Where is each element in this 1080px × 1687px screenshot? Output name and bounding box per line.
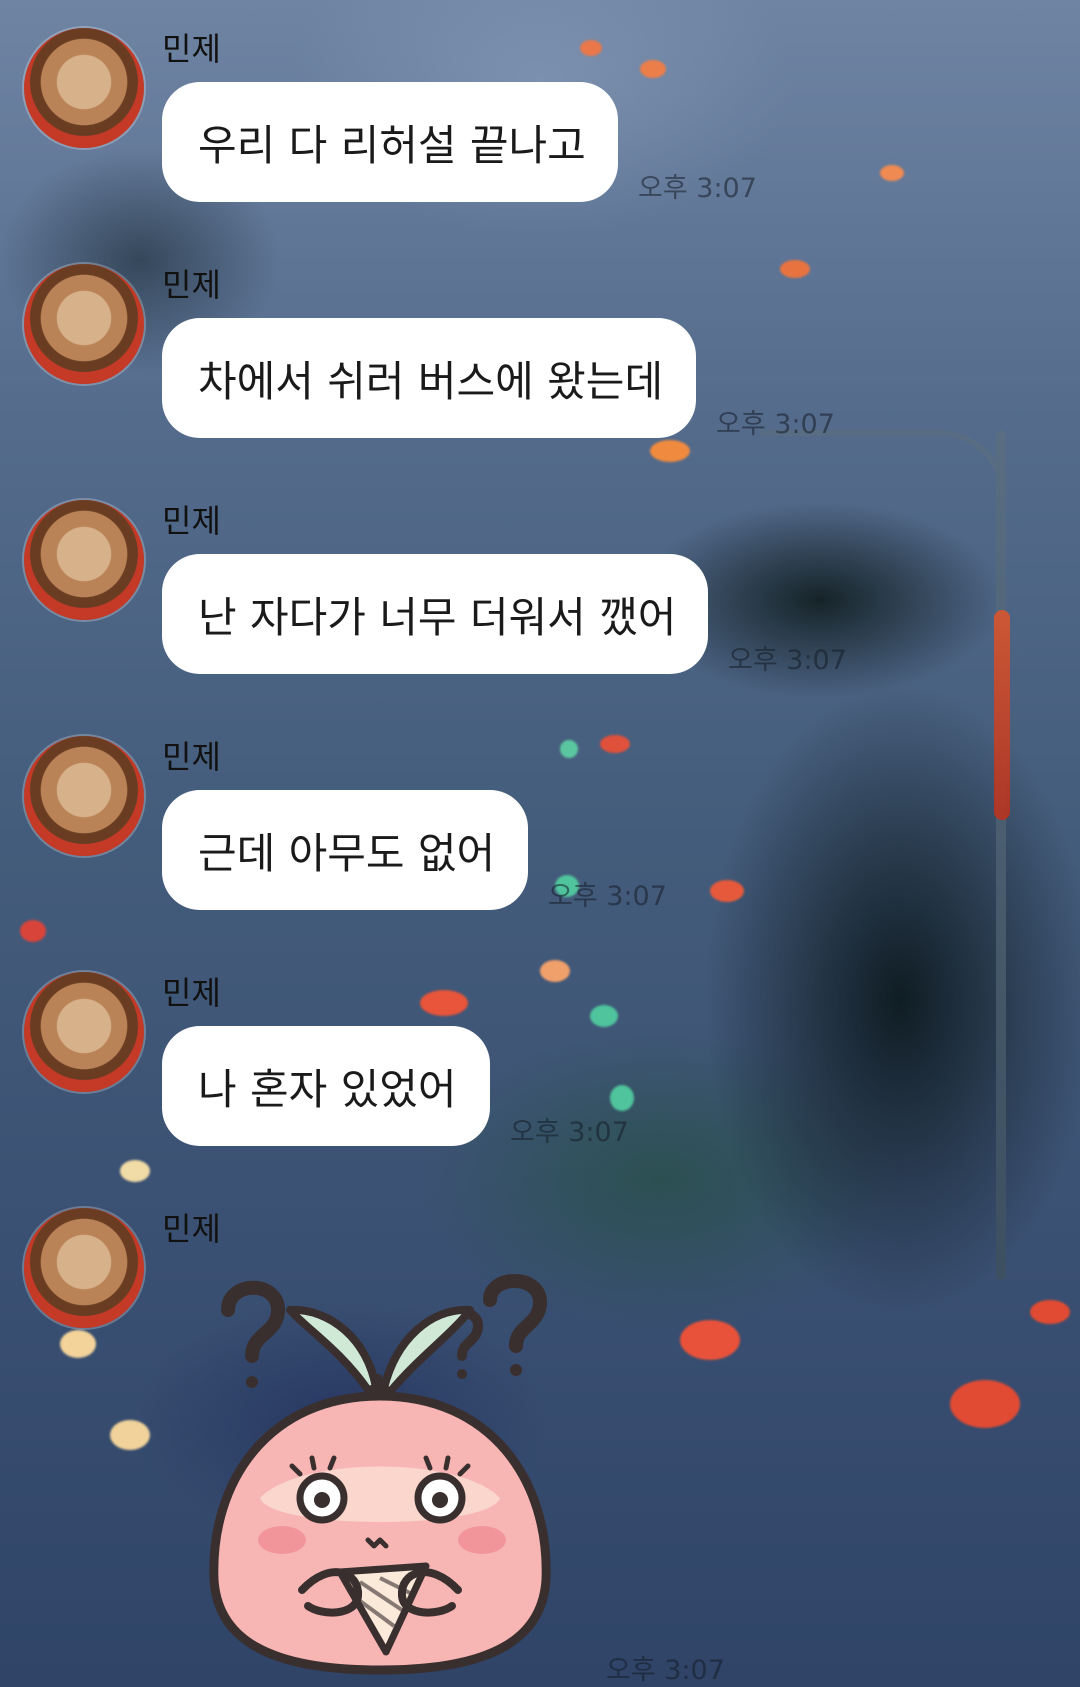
avatar[interactable] xyxy=(24,264,144,384)
avatar[interactable] xyxy=(24,500,144,620)
sender-name: 민제 xyxy=(162,974,221,1012)
message-bubble[interactable]: 나 혼자 있었어 xyxy=(162,1026,490,1146)
message-bubble[interactable]: 근데 아무도 없어 xyxy=(162,790,528,910)
sender-name: 민제 xyxy=(162,1210,221,1248)
avatar[interactable] xyxy=(24,1208,144,1328)
message-bubble[interactable]: 우리 다 리허설 끝나고 xyxy=(162,82,618,202)
leaf-icon xyxy=(380,1305,474,1396)
sender-name: 민제 xyxy=(162,738,221,776)
message-bubble[interactable]: 난 자다가 너무 더워서 깼어 xyxy=(162,554,708,674)
avatar[interactable] xyxy=(24,28,144,148)
message-time: 오후 3:07 xyxy=(716,409,835,440)
sender-name: 민제 xyxy=(162,502,221,540)
leaf-icon xyxy=(286,1305,380,1394)
message-bubble[interactable]: 차에서 쉬러 버스에 왔는데 xyxy=(162,318,696,438)
sender-name: 민제 xyxy=(162,30,221,68)
avatar[interactable] xyxy=(24,736,144,856)
message-time: 오후 3:07 xyxy=(728,645,847,676)
chat-thread: 민제 우리 다 리허설 끝나고 오후 3:07 민제 차에서 쉬러 버스에 왔는… xyxy=(0,0,1080,1687)
avatar[interactable] xyxy=(24,972,144,1092)
confused-peach-sticker[interactable] xyxy=(190,1260,580,1680)
sender-name: 민제 xyxy=(162,266,221,304)
message-time: 오후 3:07 xyxy=(510,1117,629,1148)
message-time: 오후 3:07 xyxy=(548,881,667,912)
message-time: 오후 3:07 xyxy=(606,1655,725,1686)
message-time: 오후 3:07 xyxy=(638,173,757,204)
question-mark-icon xyxy=(221,1274,547,1388)
